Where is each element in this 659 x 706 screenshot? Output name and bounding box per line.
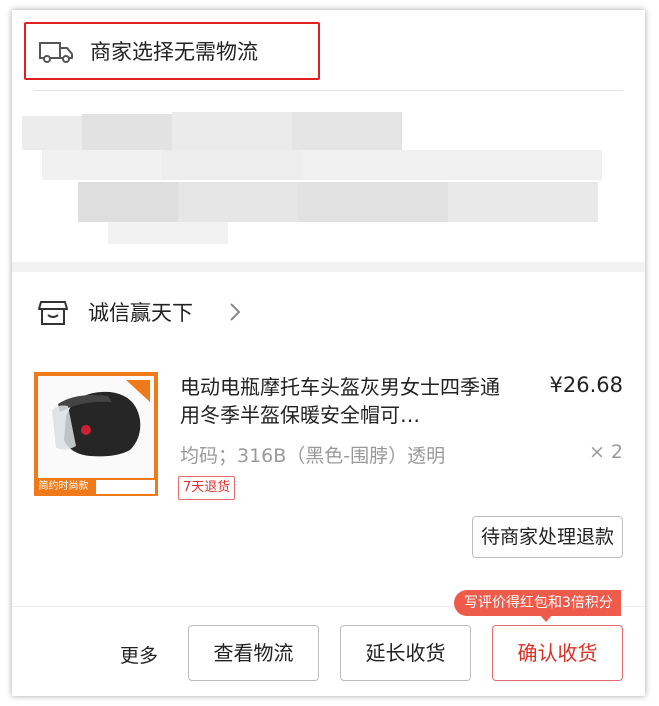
truck-icon [39,42,73,63]
helmet-icon [38,376,154,478]
divider [34,90,623,91]
chevron-right-icon[interactable] [228,300,242,324]
product-quantity: × 2 [588,441,623,463]
product-thumbnail[interactable]: 简约时尚款 [34,372,158,496]
logistics-status-box[interactable]: 商家选择无需物流 [24,22,320,80]
shop-icon [38,301,68,325]
refund-status-button[interactable]: 待商家处理退款 [471,516,623,558]
blurred-address [12,106,645,256]
product-sku: 均码；316B（黑色-围脖）透明 [180,445,446,467]
thumbnail-tagline: 简约时尚款 [38,481,89,492]
thumbnail-footer: 简约时尚款 [34,478,158,496]
extend-receipt-button[interactable]: 延长收货 [340,625,471,681]
promo-tooltip-tail [540,615,552,622]
product-title[interactable]: 电动电瓶摩托车头盔灰男女士四季通用冬季半盔保暖安全帽可… [180,373,510,429]
confirm-receipt-button[interactable]: 确认收货 [492,625,623,681]
order-detail-panel: 商家选择无需物流 诚信赢天下 简约时尚款 电动电瓶摩托车头盔灰男女士四季通用冬季… [12,10,645,696]
logistics-status-text: 商家选择无需物流 [90,40,258,64]
return-policy-badge: 7天退货 [178,476,236,500]
view-logistics-button[interactable]: 查看物流 [188,625,319,681]
section-gap [12,262,645,272]
product-price: ¥26.68 [549,373,623,397]
thumbnail-footer-box [96,480,155,494]
review-promo-tooltip: 写评价得红包和3倍积分 [454,590,621,616]
more-button[interactable]: 更多 [120,641,158,668]
shop-name[interactable]: 诚信赢天下 [88,297,193,327]
helmet-image [38,376,154,478]
